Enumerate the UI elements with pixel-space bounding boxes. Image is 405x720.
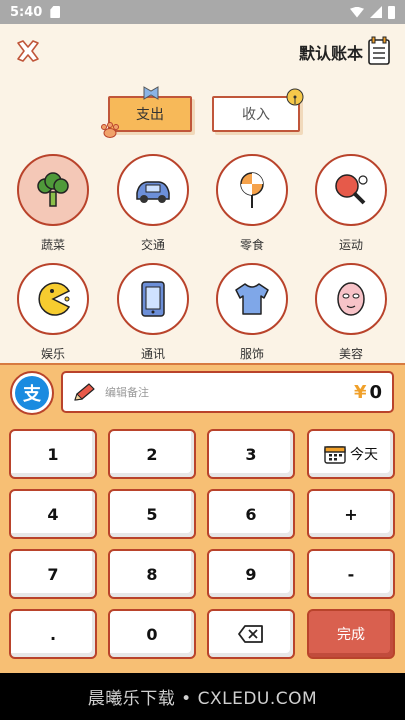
pacman-icon (38, 282, 71, 316)
close-button[interactable] (15, 38, 41, 64)
tab-expense[interactable]: 支出 (101, 86, 192, 138)
category-label: 通讯 (140, 347, 165, 361)
tshirt-icon (235, 283, 269, 315)
category-circle (315, 154, 387, 226)
category-label: 零食 (239, 238, 264, 252)
key-7[interactable]: 7 (9, 549, 97, 599)
phone-icon (141, 281, 165, 317)
payment-method-button[interactable]: 支 (10, 371, 54, 415)
key-8[interactable]: 8 (108, 549, 196, 599)
status-time: 5:40 (10, 4, 43, 20)
category-entertainment[interactable]: 娱乐 (13, 263, 93, 362)
category-beauty[interactable]: 美容 (311, 263, 391, 362)
bottom-bar: 晨曦乐下载 • CXLEDU.COM (0, 673, 405, 720)
amount-display: 0 (369, 381, 382, 403)
lollipop-icon (240, 172, 264, 208)
tab-income-label: 收入 (242, 107, 270, 123)
key-4[interactable]: 4 (9, 489, 97, 539)
broccoli-icon (37, 172, 69, 207)
category-vegetables[interactable]: 蔬菜 (13, 154, 93, 253)
key-9[interactable]: 9 (207, 549, 295, 599)
key-6[interactable]: 6 (207, 489, 295, 539)
category-sports[interactable]: 运动 (311, 154, 391, 253)
key-minus[interactable]: - (307, 549, 395, 599)
category-circle (315, 263, 387, 335)
status-icons (350, 5, 395, 19)
category-label: 运动 (338, 238, 363, 252)
category-label: 蔬菜 (40, 238, 65, 252)
category-circle (17, 263, 89, 335)
category-label: 交通 (140, 238, 165, 252)
category-clothing[interactable]: 服饰 (212, 263, 292, 362)
done-button[interactable]: 完成 (307, 609, 395, 659)
note-input[interactable]: 编辑备注 ¥ 0 (61, 371, 394, 413)
key-3[interactable]: 3 (207, 429, 295, 479)
pencil-icon (74, 383, 95, 401)
notebook-icon (368, 36, 390, 65)
key-0[interactable]: 0 (108, 609, 196, 659)
backspace-icon (238, 625, 263, 643)
key-5[interactable]: 5 (108, 489, 196, 539)
watermark-text: 晨曦乐下载 • CXLEDU.COM (87, 689, 318, 709)
bell-icon (286, 88, 304, 106)
ping-pong-icon (335, 174, 368, 205)
bow-icon (143, 86, 159, 100)
category-snacks[interactable]: 零食 (212, 154, 292, 253)
category-label: 服饰 (239, 347, 264, 361)
key-plus[interactable]: + (307, 489, 395, 539)
key-dot[interactable]: . (9, 609, 97, 659)
category-circle (117, 154, 189, 226)
currency-symbol: ¥ (353, 381, 367, 403)
signal-icon (370, 6, 382, 18)
battery-icon (388, 5, 395, 19)
key-1[interactable]: 1 (9, 429, 97, 479)
category-label: 美容 (338, 347, 363, 361)
tab-expense-label: 支出 (136, 107, 164, 123)
key-2[interactable]: 2 (108, 429, 196, 479)
sd-card-icon (50, 6, 61, 18)
category-transport[interactable]: 交通 (113, 154, 193, 253)
category-circle (216, 263, 288, 335)
account-book-button[interactable] (367, 36, 391, 66)
car-icon (136, 181, 170, 203)
category-circle (216, 154, 288, 226)
category-communication[interactable]: 通讯 (113, 263, 193, 362)
close-icon (17, 40, 39, 62)
backspace-button[interactable] (207, 609, 295, 659)
paw-icon (101, 122, 119, 138)
date-button[interactable]: 今天 (307, 429, 395, 479)
date-label: 今天 (350, 447, 378, 463)
note-placeholder: 编辑备注 (105, 386, 149, 399)
calendar-icon (324, 446, 346, 464)
category-circle (117, 263, 189, 335)
wifi-icon (350, 6, 364, 18)
status-bar: 5:40 (0, 0, 405, 24)
tab-income[interactable]: 收入 (212, 88, 304, 132)
account-book-title[interactable]: 默认账本 (299, 40, 363, 64)
category-circle (17, 154, 89, 226)
face-mask-icon (337, 282, 365, 316)
category-label: 娱乐 (40, 347, 65, 361)
alipay-icon: 支 (15, 376, 49, 410)
